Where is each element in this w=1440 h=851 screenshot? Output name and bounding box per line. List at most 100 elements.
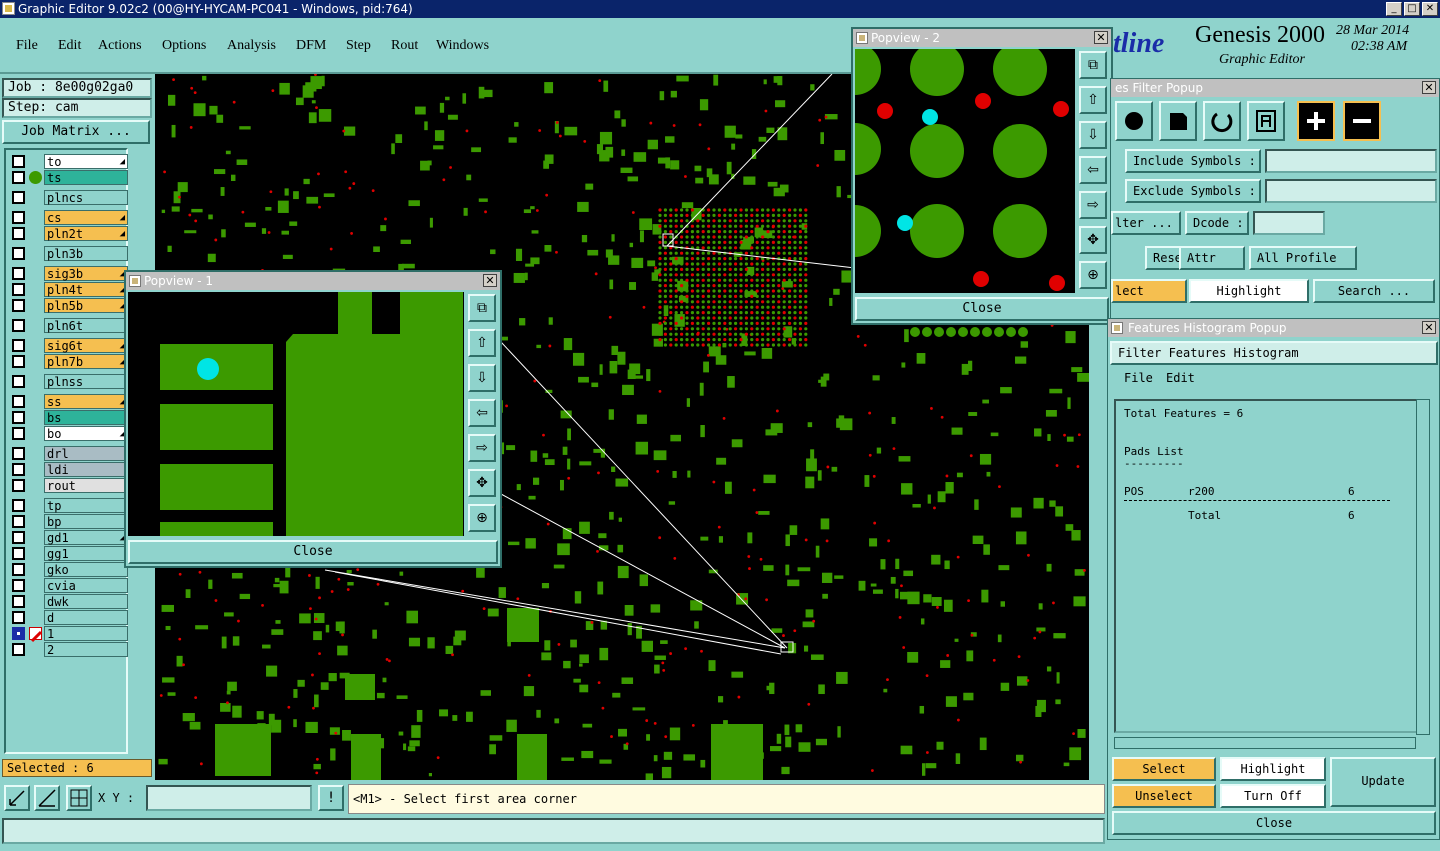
layer-name[interactable]: ldi <box>44 462 128 477</box>
layer-checkbox[interactable] <box>12 395 25 408</box>
histogram-close-icon[interactable]: ✕ <box>1422 321 1436 334</box>
layer-name[interactable]: ss ◢ <box>44 394 128 409</box>
layer-row[interactable]: drl <box>10 446 128 461</box>
job-matrix-button[interactable]: Job Matrix ... <box>2 120 150 144</box>
histogram-hscrollbar[interactable] <box>1114 737 1416 749</box>
layer-name[interactable]: bp <box>44 514 128 529</box>
layer-checkbox[interactable] <box>12 171 25 184</box>
layer-row[interactable]: d <box>10 610 128 625</box>
layer-name[interactable]: plncs <box>44 190 128 205</box>
layer-checkbox[interactable] <box>12 375 25 388</box>
histogram-close-button[interactable]: Close <box>1112 811 1436 835</box>
layer-checkbox[interactable] <box>12 155 25 168</box>
zoom-out-icon[interactable]: ✥ <box>1079 226 1107 254</box>
layer-name[interactable]: pln6t <box>44 318 128 333</box>
layer-name[interactable]: d <box>44 610 128 625</box>
layer-name[interactable]: sig3b ◢ <box>44 266 128 281</box>
pan-down-icon[interactable]: ⇩ <box>468 364 496 392</box>
popview-2-view[interactable] <box>829 42 1075 293</box>
menu-edit[interactable]: Edit <box>58 38 81 54</box>
layer-checkbox[interactable] <box>12 447 25 460</box>
layer-row[interactable]: 2 <box>10 642 128 657</box>
layer-checkbox[interactable] <box>12 643 25 656</box>
layer-row[interactable]: to ◢ <box>10 154 128 169</box>
layer-name[interactable]: cvia <box>44 578 128 593</box>
layer-name[interactable]: bo ◢ <box>44 426 128 441</box>
layer-name[interactable]: pln3b <box>44 246 128 261</box>
layer-name[interactable]: sig6t ◢ <box>44 338 128 353</box>
command-line[interactable] <box>2 818 1105 844</box>
menu-dfm[interactable]: DFM <box>296 38 326 54</box>
layer-row[interactable]: dwk <box>10 594 128 609</box>
layer-name[interactable]: pln7b ◢ <box>44 354 128 369</box>
layer-name[interactable]: 2 <box>44 642 128 657</box>
layer-name[interactable]: pln2t ◢ <box>44 226 128 241</box>
pan-right-icon[interactable]: ⇨ <box>1079 191 1107 219</box>
layer-name[interactable]: cs ◢ <box>44 210 128 225</box>
layer-row[interactable]: pln6t <box>10 318 128 333</box>
pan-left-icon[interactable]: ⇦ <box>468 399 496 427</box>
layer-row[interactable]: pln7b ◢ <box>10 354 128 369</box>
filter-button[interactable]: lter ... <box>1111 211 1181 235</box>
layer-name[interactable]: gd1 ◢ <box>44 530 128 545</box>
square-symbol-icon[interactable] <box>1159 101 1197 141</box>
layer-name[interactable]: gg1 <box>44 546 128 561</box>
zoom-in-icon[interactable]: ⧉ <box>468 294 496 322</box>
layer-row[interactable]: cs ◢ <box>10 210 128 225</box>
menu-step[interactable]: Step <box>346 38 371 54</box>
layer-name[interactable]: bs <box>44 410 128 425</box>
fit-view-icon[interactable]: ⊕ <box>468 504 496 532</box>
layer-row[interactable]: pln5b ◢ <box>10 298 128 313</box>
layer-row[interactable]: cvia <box>10 578 128 593</box>
xy-input[interactable] <box>146 785 312 811</box>
menu-actions[interactable]: Actions <box>98 38 142 54</box>
layer-checkbox[interactable] <box>12 531 25 544</box>
filter-close-icon[interactable]: ✕ <box>1422 81 1436 94</box>
fit-view-icon[interactable]: ⊕ <box>1079 261 1107 289</box>
menu-analysis[interactable]: Analysis <box>227 38 276 54</box>
layer-row[interactable]: gko <box>10 562 128 577</box>
layer-checkbox[interactable] <box>12 339 25 352</box>
layer-checkbox[interactable] <box>12 191 25 204</box>
layer-checkbox[interactable] <box>12 627 25 640</box>
pan-right-icon[interactable]: ⇨ <box>468 434 496 462</box>
layer-row[interactable]: pln4t ◢ <box>10 282 128 297</box>
layer-row[interactable]: ss ◢ <box>10 394 128 409</box>
layer-name[interactable]: dwk <box>44 594 128 609</box>
popview-1-view[interactable] <box>128 292 464 542</box>
histogram-scrollbar[interactable] <box>1416 399 1430 735</box>
menu-file[interactable]: File <box>16 38 38 54</box>
histogram-highlight-button[interactable]: Highlight <box>1220 757 1326 781</box>
layer-checkbox[interactable] <box>12 227 25 240</box>
layer-name[interactable]: tp <box>44 498 128 513</box>
layer-checkbox[interactable] <box>12 211 25 224</box>
histogram-update-button[interactable]: Update <box>1330 757 1436 807</box>
arc-symbol-icon[interactable] <box>1203 101 1241 141</box>
select-button[interactable]: lect <box>1111 279 1187 303</box>
exclude-symbols-input[interactable] <box>1265 179 1437 203</box>
popview-2-close-icon[interactable]: ✕ <box>1094 31 1108 44</box>
layer-checkbox[interactable] <box>12 319 25 332</box>
pan-up-icon[interactable]: ⇧ <box>1079 86 1107 114</box>
attr-button[interactable]: Attr ... <box>1179 246 1245 285</box>
zoom-area-icon[interactable] <box>4 785 30 811</box>
layer-checkbox[interactable] <box>12 463 25 476</box>
layer-checkbox[interactable] <box>12 595 25 608</box>
layer-checkbox[interactable] <box>12 547 25 560</box>
layer-row[interactable]: ts <box>10 170 128 185</box>
layer-row[interactable]: plnss <box>10 374 128 389</box>
layer-name[interactable]: plnss <box>44 374 128 389</box>
layer-row[interactable]: 1 <box>10 626 128 643</box>
histogram-select-button[interactable]: Select <box>1112 757 1216 781</box>
layer-name[interactable]: 1 <box>44 626 128 641</box>
layer-row[interactable]: gd1 ◢ <box>10 530 128 545</box>
histogram-turnoff-button[interactable]: Turn Off <box>1220 784 1326 808</box>
layer-name[interactable]: to ◢ <box>44 154 128 169</box>
plus-polarity-icon[interactable] <box>1297 101 1335 141</box>
layer-checkbox[interactable] <box>12 267 25 280</box>
alert-icon[interactable]: ! <box>318 785 344 811</box>
highlight-button[interactable]: Highlight <box>1189 279 1309 303</box>
layer-name[interactable]: rout <box>44 478 128 493</box>
zoom-in-icon[interactable]: ⧉ <box>1079 51 1107 79</box>
layer-name[interactable]: pln4t ◢ <box>44 282 128 297</box>
